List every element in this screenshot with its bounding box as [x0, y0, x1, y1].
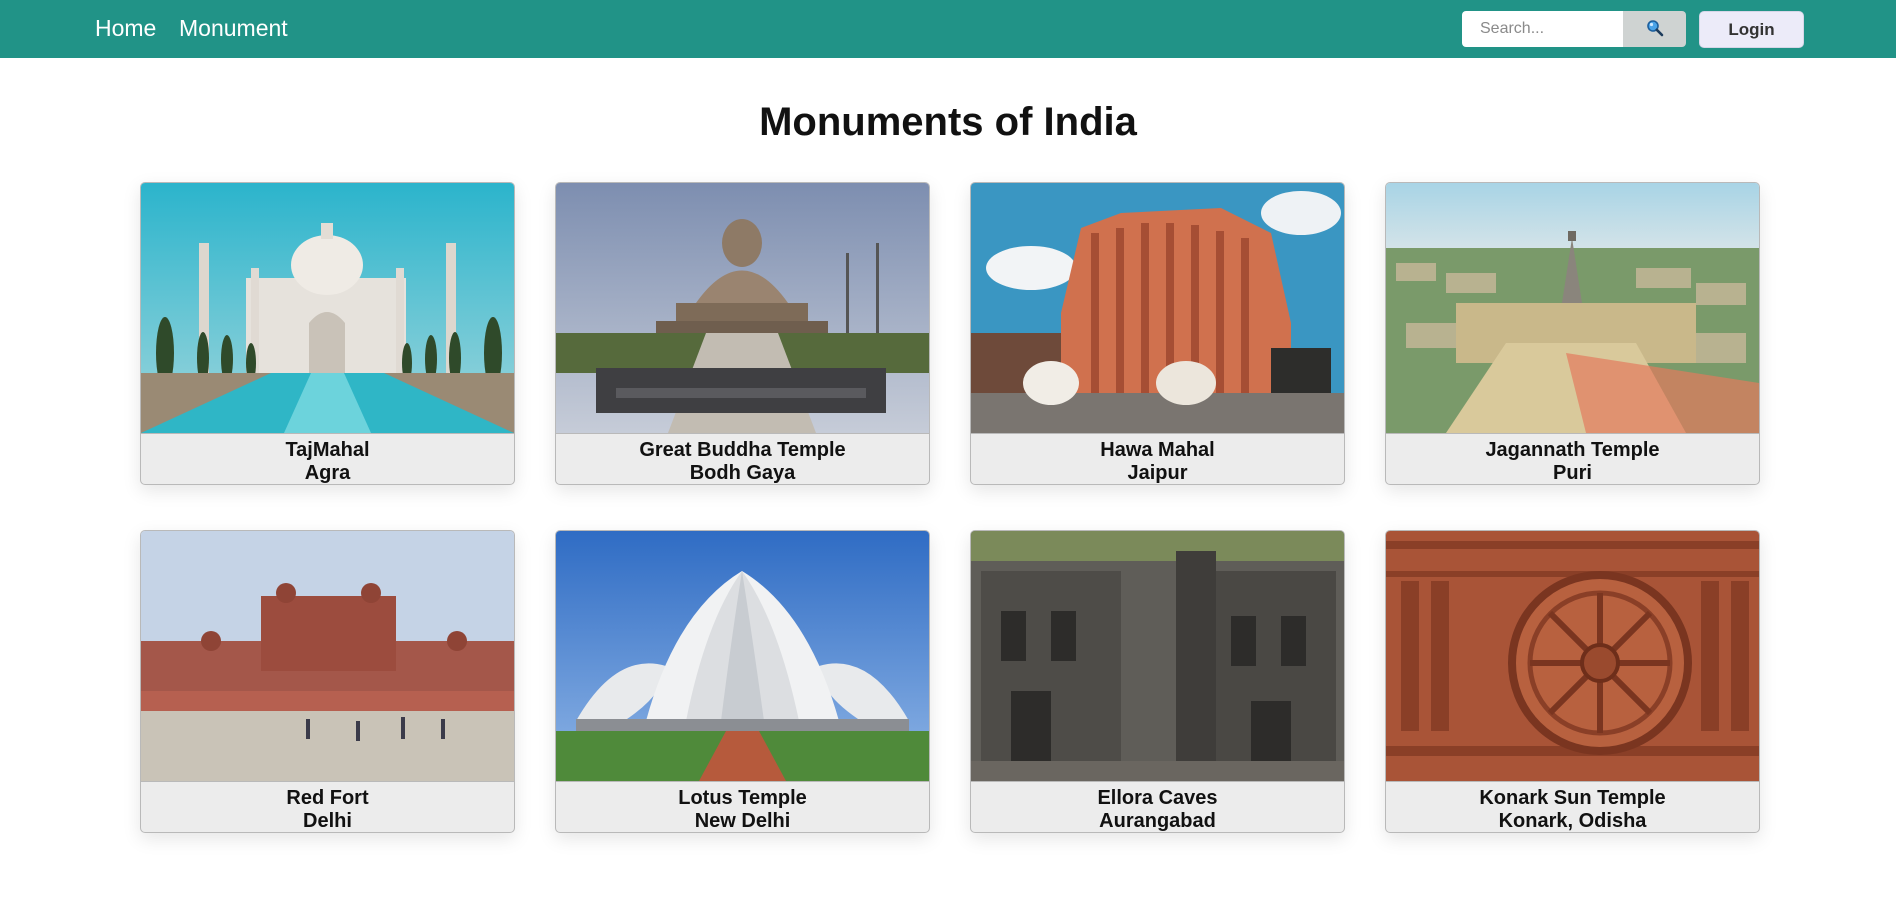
monument-card-jagannath-temple[interactable]: Jagannath Temple Puri: [1385, 182, 1760, 485]
search-input[interactable]: [1462, 11, 1624, 47]
nav-home-link[interactable]: Home: [95, 14, 156, 42]
monument-location: Delhi: [303, 810, 352, 832]
monument-location: Bodh Gaya: [689, 462, 796, 484]
card-caption: Ellora Caves Aurangabad: [971, 781, 1344, 832]
monument-name: Hawa Mahal: [1100, 439, 1215, 461]
monument-card-konark-sun-temple[interactable]: Konark Sun Temple Konark, Odisha: [1385, 530, 1760, 833]
red-fort-image: [141, 531, 514, 781]
monument-name: Great Buddha Temple: [639, 439, 846, 461]
card-caption: TajMahal Agra: [141, 433, 514, 484]
ellora-caves-image: [971, 531, 1344, 781]
card-caption: Jagannath Temple Puri: [1386, 433, 1759, 484]
jagannath-temple-image: [1386, 183, 1759, 433]
great-buddha-temple-image: [556, 183, 929, 433]
search-button[interactable]: [1623, 11, 1686, 47]
card-caption: Hawa Mahal Jaipur: [971, 433, 1344, 484]
monument-name: Lotus Temple: [678, 787, 807, 809]
monument-card-great-buddha-temple[interactable]: Great Buddha Temple Bodh Gaya: [555, 182, 930, 485]
card-caption: Great Buddha Temple Bodh Gaya: [556, 433, 929, 484]
search-icon: [1646, 19, 1664, 40]
monument-name: TajMahal: [285, 439, 370, 461]
hawa-mahal-image: [971, 183, 1344, 433]
monument-name: Ellora Caves: [1097, 787, 1218, 809]
nav-monument-link[interactable]: Monument: [179, 14, 288, 42]
monument-location: Aurangabad: [1099, 810, 1216, 832]
monument-location: Agra: [304, 462, 351, 484]
monument-card-lotus-temple[interactable]: Lotus Temple New Delhi: [555, 530, 930, 833]
page-title: Monuments of India: [759, 100, 1137, 144]
monument-name: Konark Sun Temple: [1479, 787, 1666, 809]
card-caption: Red Fort Delhi: [141, 781, 514, 832]
lotus-temple-image: [556, 531, 929, 781]
navbar: Home Monument Login: [0, 0, 1896, 58]
login-button[interactable]: Login: [1699, 11, 1804, 48]
tajmahal-image: [141, 183, 514, 433]
monument-card-hawa-mahal[interactable]: Hawa Mahal Jaipur: [970, 182, 1345, 485]
card-caption: Lotus Temple New Delhi: [556, 781, 929, 832]
monument-location: Konark, Odisha: [1498, 810, 1647, 832]
monument-location: Puri: [1553, 462, 1592, 484]
monument-location: New Delhi: [694, 810, 791, 832]
konark-sun-temple-image: [1386, 531, 1759, 781]
monument-location: Jaipur: [1127, 462, 1188, 484]
card-caption: Konark Sun Temple Konark, Odisha: [1386, 781, 1759, 832]
monument-name: Red Fort: [286, 787, 369, 809]
monument-card-red-fort[interactable]: Red Fort Delhi: [140, 530, 515, 833]
monument-name: Jagannath Temple: [1485, 439, 1660, 461]
monument-card-ellora-caves[interactable]: Ellora Caves Aurangabad: [970, 530, 1345, 833]
monument-card-tajmahal[interactable]: TajMahal Agra: [140, 182, 515, 485]
